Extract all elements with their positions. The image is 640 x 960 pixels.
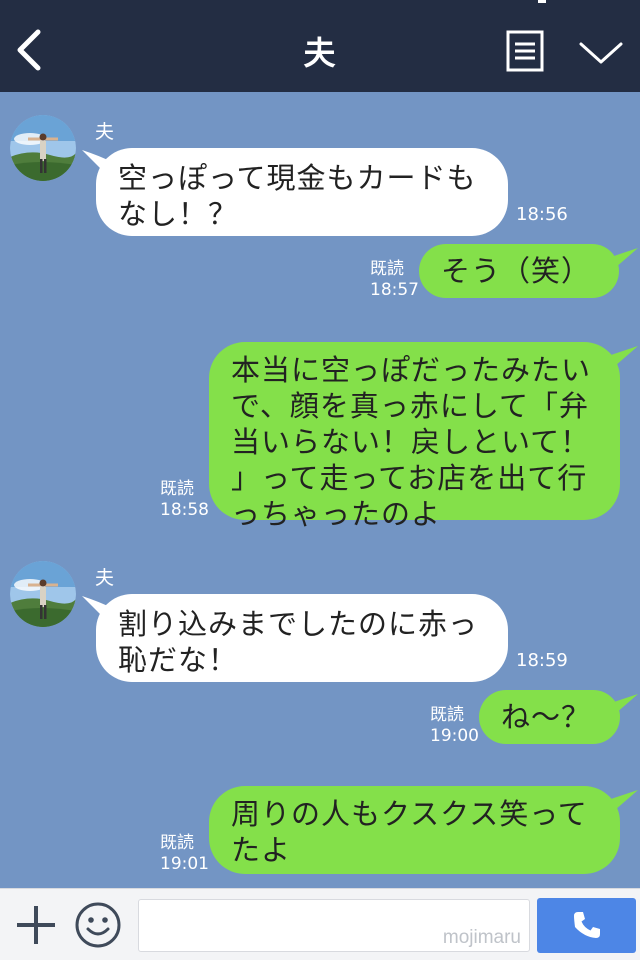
message-time: 18:56 [516, 204, 568, 225]
message-text-line: 空っぽって現金もカードも [118, 161, 477, 195]
chat-title: 夫 [303, 34, 337, 72]
message-text-line: そう（笑） [441, 254, 592, 288]
sender-name: 夫 [95, 121, 115, 143]
message-text-line: 割り込みまでしたのに赤っ [118, 607, 479, 641]
read-receipt: 既読 [160, 833, 194, 853]
message-text-line: 当いらない！戻しといて！ [231, 425, 591, 459]
message-text-line: なし！？ [118, 197, 239, 231]
plus-icon[interactable] [14, 903, 58, 947]
avatar[interactable] [10, 561, 76, 627]
message-bubble[interactable]: 周りの人もクスクス笑って たよ [209, 786, 620, 874]
message-time: 19:00 [430, 726, 479, 746]
status-bar-fragment [538, 0, 546, 3]
message-bubble[interactable]: 空っぽって現金もカードも なし！？ [96, 148, 508, 236]
bubble-tail [608, 346, 638, 372]
message-time: 18:57 [370, 280, 419, 300]
avatar[interactable] [10, 115, 76, 181]
chat-header: 夫 [0, 0, 640, 92]
bubble-tail [608, 248, 638, 274]
notes-icon[interactable] [506, 30, 544, 72]
message-text-line: 本当に空っぽだったみたい [231, 353, 592, 387]
message-bubble[interactable]: 本当に空っぽだったみたい で、顔を真っ赤にして「弁 当いらない！戻しといて！ 」… [209, 342, 620, 531]
phone-icon [574, 912, 600, 938]
message-bubble[interactable]: ね〜？ [479, 690, 620, 744]
read-receipt: 既読 [430, 705, 464, 725]
watermark: mojimaru [442, 927, 521, 948]
read-receipt: 既読 [160, 479, 194, 499]
smiley-icon[interactable] [74, 901, 122, 949]
message-list[interactable]: 夫 空っぽって現金もカードも なし！？ 18:56 既読 18:57 そう（笑）… [0, 92, 640, 888]
input-bar: mojimaru [0, 888, 640, 960]
message-time: 19:01 [160, 854, 209, 874]
sender-name: 夫 [95, 567, 115, 589]
chevron-down-icon[interactable] [578, 38, 624, 66]
message-text-line: で、顔を真っ赤にして「弁 [231, 389, 589, 423]
message-text-line: 恥だな！ [118, 643, 239, 677]
message-time: 18:58 [160, 500, 209, 520]
message-input-box[interactable]: mojimaru [138, 899, 530, 952]
bubble-tail [608, 790, 638, 816]
message-bubble[interactable]: 割り込みまでしたのに赤っ 恥だな！ [96, 594, 508, 682]
call-button[interactable] [537, 898, 636, 953]
message-time: 18:59 [516, 650, 568, 671]
bubble-tail [608, 694, 638, 720]
read-receipt: 既読 [370, 259, 404, 279]
message-text-line: っちゃったのよ [231, 497, 442, 531]
message-text-line: 周りの人もクスクス笑って [231, 797, 588, 831]
message-text-line: ね〜？ [501, 700, 592, 734]
message-text-line: たよ [231, 833, 292, 867]
message-text-line: 」って走ってお店を出て行 [231, 461, 588, 495]
message-bubble[interactable]: そう（笑） [419, 244, 619, 298]
